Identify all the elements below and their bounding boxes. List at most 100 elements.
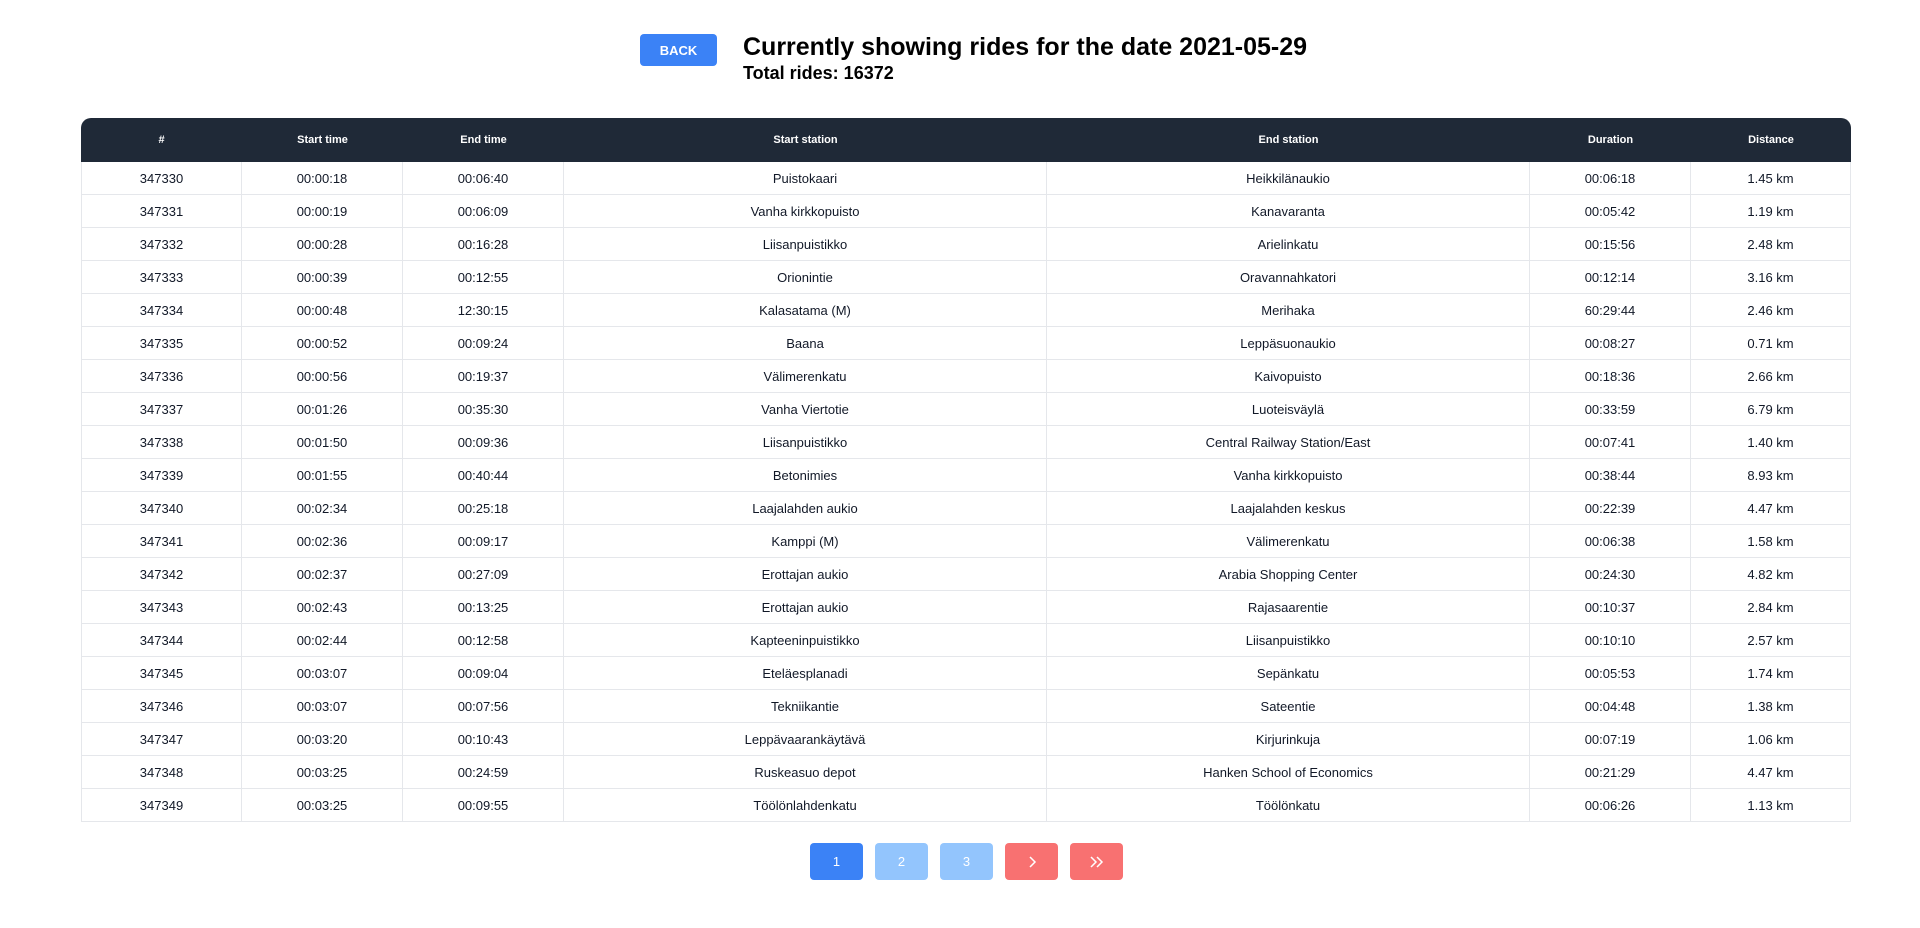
distance-cell: 2.84 km [1691,591,1851,624]
start-time-cell: 00:01:50 [242,426,403,459]
end-time-cell: 00:13:25 [403,591,564,624]
ride-id-cell: 347335 [81,327,242,360]
back-button[interactable]: BACK [640,34,717,66]
start-station-cell: Orionintie [564,261,1047,294]
start-time-cell: 00:03:25 [242,756,403,789]
ride-id-cell: 347346 [81,690,242,723]
distance-cell: 2.57 km [1691,624,1851,657]
page-header: BACK Currently showing rides for the dat… [640,32,1307,84]
start-station-cell: Vanha Viertotie [564,393,1047,426]
ride-id-cell: 347332 [81,228,242,261]
start-station-cell: Tekniikantie [564,690,1047,723]
table-row: 347343 00:02:43 00:13:25 Erottajan aukio Raj… [81,591,1851,624]
ride-id-cell: 347334 [81,294,242,327]
end-station-cell: Hanken School of Economics [1047,756,1530,789]
end-station-cell: Kanavaranta [1047,195,1530,228]
end-station-cell: Töölönkatu [1047,789,1530,822]
end-station-cell: Heikkilänaukio [1047,162,1530,195]
column-header-distance: Distance [1691,118,1851,162]
start-time-cell: 00:02:43 [242,591,403,624]
table-row: 347344 00:02:44 00:12:58 Kapteeninpuistikko… [81,624,1851,657]
start-station-cell: Töölönlahdenkatu [564,789,1047,822]
ride-id-cell: 347337 [81,393,242,426]
ride-id-cell: 347343 [81,591,242,624]
end-station-cell: Liisanpuistikko [1047,624,1530,657]
end-time-cell: 00:27:09 [403,558,564,591]
start-time-cell: 00:02:44 [242,624,403,657]
ride-id-cell: 347344 [81,624,242,657]
distance-cell: 4.47 km [1691,756,1851,789]
start-time-cell: 00:00:48 [242,294,403,327]
ride-id-cell: 347330 [81,162,242,195]
distance-cell: 2.46 km [1691,294,1851,327]
distance-cell: 4.82 km [1691,558,1851,591]
column-header-end-time: End time [403,118,564,162]
table-row: 347339 00:01:55 00:40:44 Betonimies Vanha ki… [81,459,1851,492]
start-time-cell: 00:03:07 [242,690,403,723]
end-station-cell: Kirjurinkuja [1047,723,1530,756]
start-time-cell: 00:00:52 [242,327,403,360]
end-station-cell: Sepänkatu [1047,657,1530,690]
duration-cell: 00:05:53 [1530,657,1691,690]
end-time-cell: 00:12:58 [403,624,564,657]
start-station-cell: Ruskeasuo depot [564,756,1047,789]
table-row: 347342 00:02:37 00:27:09 Erottajan aukio Ara… [81,558,1851,591]
start-time-cell: 00:00:18 [242,162,403,195]
end-time-cell: 00:09:04 [403,657,564,690]
duration-cell: 00:06:38 [1530,525,1691,558]
column-header-start-station: Start station [564,118,1047,162]
start-station-cell: Kalasatama (M) [564,294,1047,327]
column-header-end-station: End station [1047,118,1530,162]
end-station-cell: Merihaka [1047,294,1530,327]
ride-id-cell: 347339 [81,459,242,492]
ride-id-cell: 347342 [81,558,242,591]
start-station-cell: Eteläesplanadi [564,657,1047,690]
start-station-cell: Leppävaarankäytävä [564,723,1047,756]
end-station-cell: Arabia Shopping Center [1047,558,1530,591]
duration-cell: 00:22:39 [1530,492,1691,525]
ride-id-cell: 347331 [81,195,242,228]
last-page-button[interactable] [1070,843,1123,880]
duration-cell: 00:08:27 [1530,327,1691,360]
title-block: Currently showing rides for the date 202… [743,32,1307,84]
page-button-3[interactable]: 3 [940,843,993,880]
ride-id-cell: 347340 [81,492,242,525]
start-station-cell: Liisanpuistikko [564,228,1047,261]
total-rides: Total rides: 16372 [743,63,894,83]
distance-cell: 4.47 km [1691,492,1851,525]
start-time-cell: 00:01:55 [242,459,403,492]
next-page-button[interactable] [1005,843,1058,880]
distance-cell: 1.58 km [1691,525,1851,558]
start-station-cell: Puistokaari [564,162,1047,195]
table-row: 347340 00:02:34 00:25:18 Laajalahden aukio L… [81,492,1851,525]
distance-cell: 1.19 km [1691,195,1851,228]
end-time-cell: 12:30:15 [403,294,564,327]
start-time-cell: 00:03:20 [242,723,403,756]
ride-id-cell: 347347 [81,723,242,756]
duration-cell: 00:21:29 [1530,756,1691,789]
duration-cell: 00:07:41 [1530,426,1691,459]
table-row: 347345 00:03:07 00:09:04 Eteläesplanadi Sepä… [81,657,1851,690]
duration-cell: 00:10:10 [1530,624,1691,657]
table-body: 347330 00:00:18 00:06:40 Puistokaari Heikkil… [81,162,1851,822]
start-time-cell: 00:00:39 [242,261,403,294]
ride-id-cell: 347345 [81,657,242,690]
ride-id-cell: 347349 [81,789,242,822]
page-button-2[interactable]: 2 [875,843,928,880]
table-row: 347346 00:03:07 00:07:56 Tekniikantie Sateen… [81,690,1851,723]
end-station-cell: Arielinkatu [1047,228,1530,261]
duration-cell: 00:04:48 [1530,690,1691,723]
page-title: Currently showing rides for the date 202… [743,33,1308,61]
end-time-cell: 00:40:44 [403,459,564,492]
end-time-cell: 00:09:55 [403,789,564,822]
ride-id-cell: 347336 [81,360,242,393]
end-station-cell: Sateentie [1047,690,1530,723]
end-time-cell: 00:25:18 [403,492,564,525]
start-station-cell: Kamppi (M) [564,525,1047,558]
page-button-1[interactable]: 1 [810,843,863,880]
table-row: 347341 00:02:36 00:09:17 Kamppi (M) Välimere… [81,525,1851,558]
table-row: 347334 00:00:48 12:30:15 Kalasatama (M) Meri… [81,294,1851,327]
end-time-cell: 00:16:28 [403,228,564,261]
chevron-right-icon [1028,855,1036,868]
end-time-cell: 00:12:55 [403,261,564,294]
